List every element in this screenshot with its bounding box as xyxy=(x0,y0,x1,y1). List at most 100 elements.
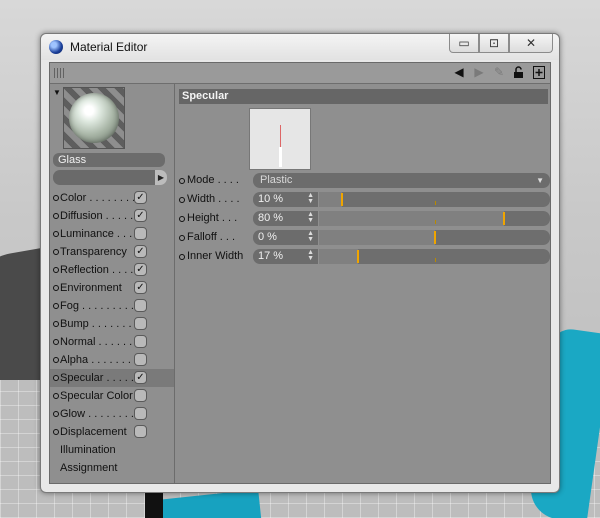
param-slider[interactable] xyxy=(319,249,550,264)
back-arrow-icon[interactable]: ◀ xyxy=(452,65,466,79)
param-slider[interactable] xyxy=(319,192,550,207)
channel-item[interactable]: Bump . . . . . . . . xyxy=(50,315,174,333)
channel-item[interactable]: Specular Color xyxy=(50,387,174,405)
unchecked-box[interactable] xyxy=(134,227,147,240)
param-value-field[interactable]: 17 % ▲ ▼ xyxy=(253,249,318,264)
close-button[interactable]: ✕ xyxy=(509,34,553,53)
channel-item[interactable]: Displacement xyxy=(50,423,174,441)
channel-list: Color . . . . . . . . ✓ Diffusion . . . . … xyxy=(50,189,174,477)
new-window-icon[interactable] xyxy=(532,65,546,79)
unchecked-box[interactable] xyxy=(134,317,147,330)
scene-black-object xyxy=(145,490,163,518)
unchecked-box[interactable] xyxy=(134,425,147,438)
channel-anim-dot[interactable] xyxy=(53,195,59,201)
spinner-arrows-icon[interactable]: ▲ ▼ xyxy=(307,249,314,262)
channel-item[interactable]: Environment ✓ xyxy=(50,279,174,297)
channel-anim-dot[interactable] xyxy=(53,375,59,381)
channel-anim-dot[interactable] xyxy=(53,411,59,417)
param-slider[interactable] xyxy=(319,230,550,245)
param-value-field[interactable]: 0 % ▲ ▼ xyxy=(253,230,318,245)
slider-handle[interactable] xyxy=(357,250,359,263)
channel-item[interactable]: Illumination xyxy=(50,441,174,459)
spinner-arrows-icon[interactable]: ▲ ▼ xyxy=(307,192,314,205)
unchecked-box[interactable] xyxy=(134,353,147,366)
material-preview[interactable] xyxy=(63,87,125,149)
slider-handle[interactable] xyxy=(434,231,436,244)
channel-item[interactable]: Luminance . . . . . xyxy=(50,225,174,243)
param-anim-dot[interactable] xyxy=(179,254,185,260)
unchecked-box[interactable] xyxy=(134,389,147,402)
channel-item[interactable]: Diffusion . . . . . . ✓ xyxy=(50,207,174,225)
param-value-field[interactable]: 80 % ▲ ▼ xyxy=(253,211,318,226)
toolbar-icons: ◀ ▶ ✎ xyxy=(452,65,546,79)
mode-value: Plastic xyxy=(260,174,293,186)
unchecked-box[interactable] xyxy=(134,335,147,348)
param-row: Height . . . 80 % ▲ ▼ xyxy=(179,211,551,226)
channel-item[interactable]: Normal . . . . . . . xyxy=(50,333,174,351)
channel-anim-dot[interactable] xyxy=(53,285,59,291)
title-bar[interactable]: Material Editor ▭ ⊡ ✕ xyxy=(41,34,559,60)
param-value-field[interactable]: 10 % ▲ ▼ xyxy=(253,192,318,207)
slider-handle[interactable] xyxy=(503,212,505,225)
pin-icon[interactable]: ✎ xyxy=(492,65,506,79)
unlock-icon[interactable] xyxy=(512,65,526,79)
param-anim-dot[interactable] xyxy=(179,216,185,222)
channel-anim-dot[interactable] xyxy=(53,321,59,327)
channel-anim-dot[interactable] xyxy=(53,249,59,255)
param-row: Inner Width 17 % ▲ ▼ xyxy=(179,249,551,264)
channel-item[interactable]: Glow . . . . . . . . xyxy=(50,405,174,423)
window-title: Material Editor xyxy=(70,40,148,54)
maximize-button[interactable]: ⊡ xyxy=(479,34,509,53)
grip-icon[interactable] xyxy=(54,68,66,78)
channel-item[interactable]: Transparency ✓ xyxy=(50,243,174,261)
channel-anim-dot[interactable] xyxy=(53,231,59,237)
unchecked-box[interactable] xyxy=(134,299,147,312)
mode-row: Mode . . . . Plastic ▼ xyxy=(179,173,551,188)
param-row: Falloff . . . 0 % ▲ ▼ xyxy=(179,230,551,245)
spinner-arrows-icon[interactable]: ▲ ▼ xyxy=(307,211,314,224)
slider-fill xyxy=(319,211,504,226)
preview-menu-arrow-icon[interactable]: ▼ xyxy=(53,88,61,97)
channel-anim-dot[interactable] xyxy=(53,303,59,309)
channel-label: Displacement xyxy=(60,426,127,438)
channel-item[interactable]: Fog . . . . . . . . . xyxy=(50,297,174,315)
specular-curve-spike xyxy=(279,147,282,167)
channel-anim-dot[interactable] xyxy=(53,339,59,345)
channel-label: Fog . . . . . . . . . xyxy=(60,300,134,312)
material-name-field[interactable]: Glass xyxy=(53,153,165,167)
channel-anim-dot[interactable] xyxy=(53,267,59,273)
unchecked-box[interactable] xyxy=(134,407,147,420)
slider-handle[interactable] xyxy=(341,193,343,206)
mode-select[interactable]: Plastic ▼ xyxy=(253,173,550,188)
channel-label: Illumination xyxy=(60,444,116,456)
channel-anim-dot[interactable] xyxy=(53,357,59,363)
combo-arrow-icon[interactable]: ▶ xyxy=(155,170,167,185)
checkmark-icon[interactable]: ✓ xyxy=(134,209,147,222)
channel-label: Color . . . . . . . . xyxy=(60,192,136,204)
checkmark-icon[interactable]: ✓ xyxy=(134,191,147,204)
channel-anim-dot[interactable] xyxy=(53,393,59,399)
minimize-button[interactable]: ▭ xyxy=(449,34,479,53)
param-label: Falloff . . . xyxy=(187,231,236,243)
param-anim-dot[interactable] xyxy=(179,235,185,241)
material-combo[interactable] xyxy=(53,170,155,185)
spinner-arrows-icon[interactable]: ▲ ▼ xyxy=(307,230,314,243)
channel-item[interactable]: Color . . . . . . . . ✓ xyxy=(50,189,174,207)
checkmark-icon[interactable]: ✓ xyxy=(134,371,147,384)
channel-item[interactable]: Assignment xyxy=(50,459,174,477)
param-slider[interactable] xyxy=(319,211,550,226)
channel-item[interactable]: Specular . . . . . . ✓ xyxy=(50,369,174,387)
mode-anim-dot[interactable] xyxy=(179,178,185,184)
channel-anim-dot[interactable] xyxy=(53,429,59,435)
checkmark-icon[interactable]: ✓ xyxy=(134,281,147,294)
channel-item[interactable]: Reflection . . . . ✓ xyxy=(50,261,174,279)
editor-toolbar: ◀ ▶ ✎ xyxy=(50,63,550,84)
channel-anim-dot[interactable] xyxy=(53,213,59,219)
slider-fill xyxy=(319,192,342,207)
checkmark-icon[interactable]: ✓ xyxy=(134,263,147,276)
param-anim-dot[interactable] xyxy=(179,197,185,203)
channel-item[interactable]: Alpha . . . . . . . . xyxy=(50,351,174,369)
checkmark-icon[interactable]: ✓ xyxy=(134,245,147,258)
forward-arrow-icon[interactable]: ▶ xyxy=(472,65,486,79)
editor-client: ◀ ▶ ✎ ▼ Glass ▶ Color . . . . . . . . ✓ Di… xyxy=(49,62,551,484)
